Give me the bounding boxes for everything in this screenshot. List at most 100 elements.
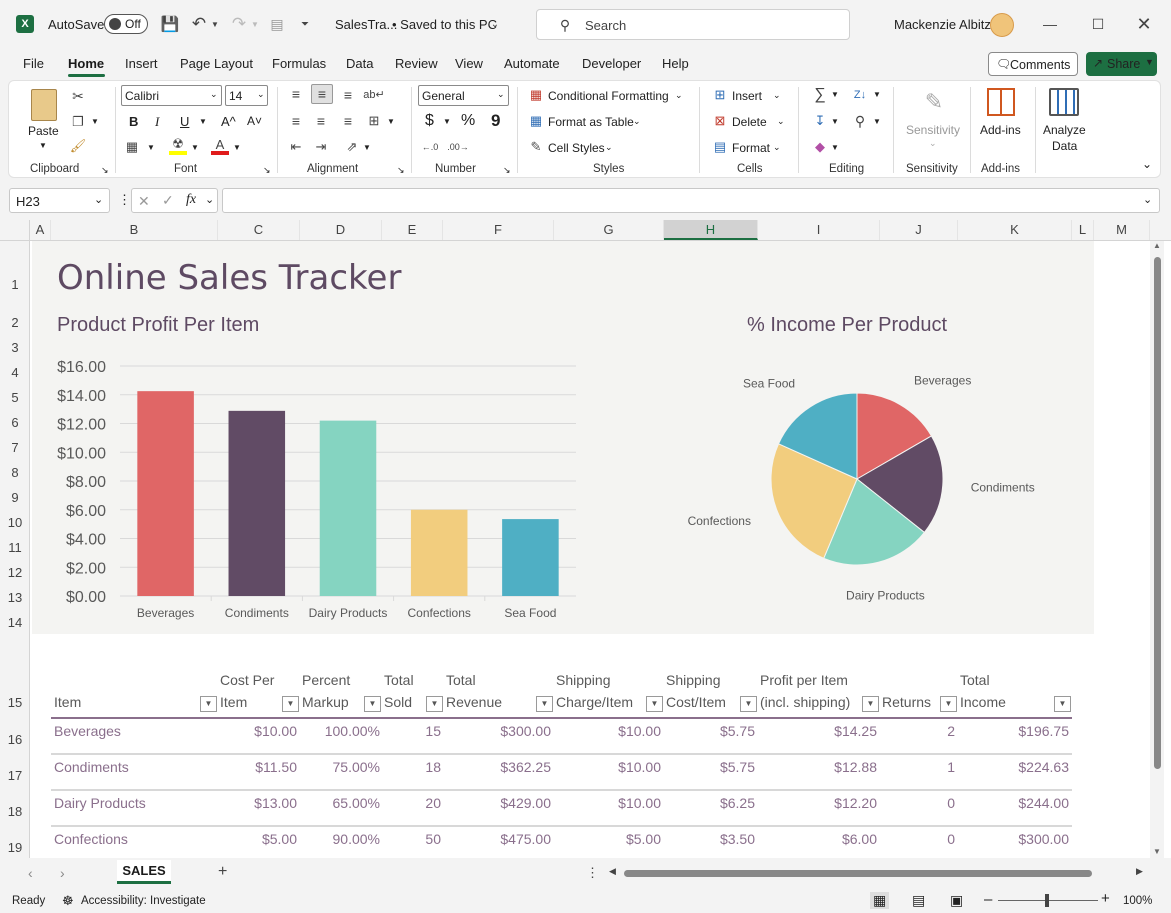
row-header-15[interactable]: 15 <box>0 695 30 710</box>
table-cell[interactable]: 2 <box>947 723 955 739</box>
table-cell[interactable]: $429.00 <box>500 795 551 811</box>
chevron-down-icon[interactable]: ⌄ <box>773 90 781 101</box>
share-button[interactable]: ↗ Share ▼ <box>1086 52 1157 76</box>
column-header-f[interactable]: F <box>443 220 554 240</box>
tab-file[interactable]: File <box>23 56 44 71</box>
bar-chart[interactable]: $0.00 $2.00 $4.00 $6.00 $8.00 $10.00 $12.00 $14… <box>32 300 592 620</box>
redo-icon[interactable]: ↷ <box>228 14 250 34</box>
number-format-select[interactable]: General ⌄ <box>418 85 509 106</box>
minimize-icon[interactable]: — <box>1038 14 1062 34</box>
bar[interactable] <box>137 391 194 596</box>
bar[interactable] <box>410 509 468 596</box>
column-header-h[interactable]: H <box>664 220 758 240</box>
column-header-c[interactable]: C <box>218 220 300 240</box>
fill-color-icon[interactable]: ☢ <box>169 136 187 155</box>
insert-function-icon[interactable]: fx <box>186 192 196 208</box>
row-header-17[interactable]: 17 <box>0 768 30 783</box>
table-cell[interactable]: 50 <box>425 831 441 847</box>
name-box[interactable]: H23 ⌄ <box>9 188 110 213</box>
cancel-icon[interactable]: ✕ <box>138 193 150 210</box>
shrink-font-button[interactable]: A˅ <box>247 114 262 128</box>
align-bottom-icon[interactable]: ≡ <box>339 86 357 104</box>
horizontal-scroll-thumb[interactable] <box>624 870 1092 877</box>
table-cell[interactable]: $10.00 <box>254 723 297 739</box>
tab-page-layout[interactable]: Page Layout <box>180 56 253 71</box>
borders-dropdown-icon[interactable]: ▼ <box>147 143 155 152</box>
currency-button[interactable]: $ <box>425 112 434 130</box>
paste-button[interactable]: Paste <box>28 124 59 138</box>
add-ins-icon[interactable] <box>987 88 1015 116</box>
format-cells-icon[interactable]: ▤ <box>712 139 728 155</box>
accessibility-status[interactable]: Accessibility: Investigate <box>81 895 206 907</box>
table-cell[interactable]: 0 <box>947 795 955 811</box>
item-name-cell[interactable]: Beverages <box>54 723 121 739</box>
table-cell[interactable]: $10.00 <box>618 795 661 811</box>
decrease-indent-icon[interactable]: ⇤ <box>287 138 305 156</box>
more-icon[interactable]: ⋮ <box>118 192 131 208</box>
row-header-9[interactable]: 9 <box>0 490 30 505</box>
filter-dropdown-icon[interactable]: ▼ <box>646 696 663 712</box>
table-cell[interactable]: 100.00% <box>325 723 380 739</box>
orientation-dropdown-icon[interactable]: ▼ <box>363 143 371 152</box>
row-header-16[interactable]: 16 <box>0 732 30 747</box>
filter-dropdown-icon[interactable]: ▼ <box>940 696 957 712</box>
row-header-19[interactable]: 19 <box>0 840 30 855</box>
align-left-icon[interactable]: ≡ <box>287 112 305 130</box>
scroll-down-icon[interactable]: ▼ <box>1153 847 1161 856</box>
format-painter-icon[interactable]: 🖌 <box>69 137 87 155</box>
column-header-l[interactable]: L <box>1072 220 1094 240</box>
insert-cells-icon[interactable]: ⊞ <box>712 87 728 103</box>
chevron-down-icon[interactable]: ⌄ <box>773 142 781 153</box>
undo-dropdown-icon[interactable]: ▼ <box>210 16 220 32</box>
clear-dropdown-icon[interactable]: ▼ <box>831 143 839 152</box>
delete-cells-button[interactable]: Delete <box>732 115 767 129</box>
row-header-3[interactable]: 3 <box>0 340 30 355</box>
table-cell[interactable]: $10.00 <box>618 759 661 775</box>
sensitivity-button[interactable]: Sensitivity <box>906 123 960 137</box>
comma-button[interactable]: 9 <box>491 111 500 131</box>
decrease-decimal-icon[interactable]: .00→ <box>447 139 469 155</box>
wrap-text-icon[interactable]: ab↵ <box>363 85 384 103</box>
pie-chart[interactable]: Beverages Condiments Dairy Products Confect… <box>640 300 1080 620</box>
cut-icon[interactable]: ✂ <box>69 87 87 105</box>
filter-dropdown-icon[interactable]: ▼ <box>364 696 381 712</box>
orientation-icon[interactable]: ⇗ <box>343 138 361 156</box>
copy-dropdown-icon[interactable]: ▼ <box>91 117 99 126</box>
save-icon[interactable]: 💾 <box>160 14 180 34</box>
table-cell[interactable]: $12.20 <box>834 795 877 811</box>
copy-icon[interactable]: ❐ <box>69 113 87 131</box>
file-name[interactable]: SalesTra... <box>335 17 397 32</box>
comments-button[interactable]: 🗨 Comments <box>988 52 1078 76</box>
item-name-cell[interactable]: Confections <box>54 831 128 847</box>
tab-help[interactable]: Help <box>662 56 689 71</box>
scroll-up-icon[interactable]: ▲ <box>1153 241 1161 250</box>
table-cell[interactable]: $14.25 <box>834 723 877 739</box>
more-icon[interactable]: ⋮ <box>586 865 599 881</box>
column-header-i[interactable]: I <box>758 220 880 240</box>
table-cell[interactable]: 15 <box>425 723 441 739</box>
save-status[interactable]: • Saved to this PC <box>392 17 497 32</box>
table-cell[interactable]: $6.25 <box>720 795 755 811</box>
cell-styles-button[interactable]: Cell Styles <box>548 141 605 155</box>
conditional-formatting-button[interactable]: Conditional Formatting <box>548 89 669 103</box>
add-ins-button[interactable]: Add-ins <box>980 123 1021 137</box>
undo-icon[interactable]: ↶ <box>188 14 210 34</box>
row-header-2[interactable]: 2 <box>0 315 30 330</box>
row-header-12[interactable]: 12 <box>0 565 30 580</box>
tab-data[interactable]: Data <box>346 56 373 71</box>
table-cell[interactable]: $3.50 <box>720 831 755 847</box>
table-cell[interactable]: $5.00 <box>626 831 661 847</box>
table-cell[interactable]: 65.00% <box>333 795 380 811</box>
merge-dropdown-icon[interactable]: ▼ <box>387 117 395 126</box>
bar[interactable] <box>228 410 286 596</box>
font-color-icon[interactable]: A <box>211 137 229 155</box>
enter-icon[interactable]: ✓ <box>162 192 174 209</box>
cell-styles-icon[interactable]: ✎ <box>528 139 544 155</box>
table-row[interactable] <box>51 720 1072 754</box>
bar[interactable] <box>319 420 377 596</box>
filter-dropdown-icon[interactable]: ▼ <box>1054 696 1071 712</box>
row-header-18[interactable]: 18 <box>0 804 30 819</box>
zoom-slider-thumb[interactable] <box>1045 894 1049 907</box>
filter-dropdown-icon[interactable]: ▼ <box>536 696 553 712</box>
autosave-toggle[interactable]: Off <box>104 14 148 34</box>
